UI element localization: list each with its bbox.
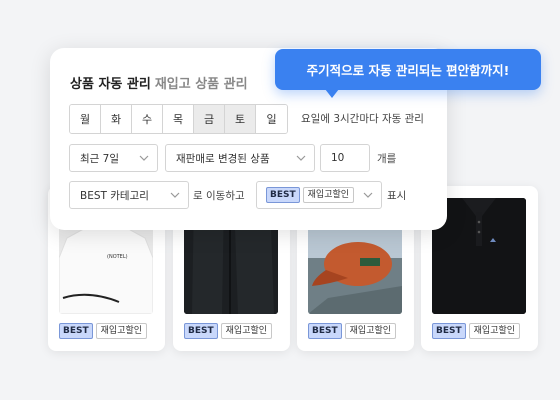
- panel-title: 상품 자동 관리 재입고 상품 관리: [70, 73, 248, 92]
- tag-select[interactable]: BEST 재입고할인: [256, 181, 382, 209]
- restock-tag: 재입고할인: [95, 323, 148, 339]
- day-thu[interactable]: 목: [163, 105, 194, 133]
- day-tue[interactable]: 화: [101, 105, 132, 133]
- tshirt-print: (NOTEL): [107, 254, 128, 260]
- restock-tag: 재입고할인: [344, 323, 397, 339]
- day-fri[interactable]: 금: [194, 105, 225, 133]
- panel-title-sub: 재입고 상품 관리: [154, 77, 248, 92]
- category-select-value: BEST 카테고리: [80, 189, 149, 202]
- best-tag: BEST: [432, 323, 466, 339]
- tag-select-restock: 재입고할인: [302, 187, 355, 203]
- best-tag: BEST: [59, 323, 93, 339]
- bubble-tail: [325, 89, 339, 98]
- chevron-down-icon: [139, 155, 149, 161]
- panel-title-main: 상품 자동 관리: [70, 77, 151, 92]
- condition-select-value: 재판매로 변경된 상품: [176, 152, 270, 165]
- period-select-value: 최근 7일: [80, 152, 119, 165]
- count-unit: 개를: [377, 153, 397, 165]
- best-tag: BEST: [308, 323, 342, 339]
- restock-tag: 재입고할인: [468, 323, 521, 339]
- restock-tag: 재입고할인: [220, 323, 273, 339]
- count-input[interactable]: 10: [320, 144, 370, 172]
- best-tag: BEST: [184, 323, 218, 339]
- schedule-note: 요일에 3시간마다 자동 관리: [301, 113, 424, 125]
- promo-bubble-text: 주기적으로 자동 관리되는 편안함까지!: [306, 63, 510, 78]
- chevron-down-icon: [296, 155, 306, 161]
- chevron-down-icon: [170, 192, 180, 198]
- category-select[interactable]: BEST 카테고리: [69, 181, 189, 209]
- display-text: 표시: [387, 190, 407, 202]
- day-selector: 월 화 수 목 금 토 일: [69, 104, 288, 134]
- day-sat[interactable]: 토: [225, 105, 256, 133]
- promo-bubble: 주기적으로 자동 관리되는 편안함까지!: [275, 49, 541, 90]
- day-sun[interactable]: 일: [256, 105, 287, 133]
- day-wed[interactable]: 수: [132, 105, 163, 133]
- period-select[interactable]: 최근 7일: [69, 144, 158, 172]
- condition-select[interactable]: 재판매로 변경된 상품: [165, 144, 315, 172]
- day-mon[interactable]: 월: [70, 105, 101, 133]
- move-text: 로 이동하고: [193, 190, 245, 202]
- chevron-down-icon: [363, 192, 373, 198]
- tag-select-best: BEST: [266, 187, 300, 203]
